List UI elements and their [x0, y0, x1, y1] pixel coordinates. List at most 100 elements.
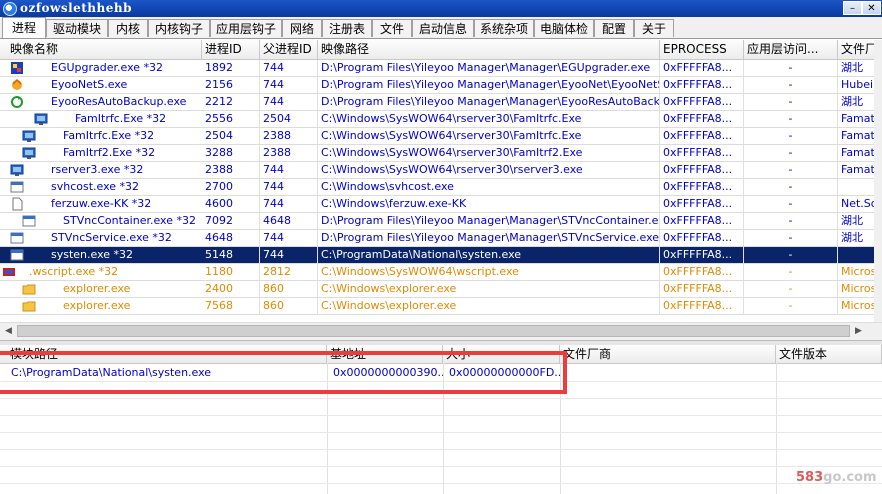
process-name: systen.exe *32	[51, 248, 134, 261]
process-row[interactable]: rserver3.exe *32 2388 744 C:\Windows\SysWOW…	[0, 162, 882, 179]
tab-files[interactable]: 文件	[372, 19, 412, 37]
minimize-button[interactable]: –	[843, 1, 862, 15]
title-bar: ozfowslethhehb – ✕	[0, 0, 882, 17]
process-access: -	[744, 162, 838, 179]
process-eprocess: 0xFFFFFA8...	[660, 94, 744, 111]
process-path: C:\Windows\SysWOW64\wscript.exe	[318, 264, 660, 281]
process-row[interactable]: explorer.exe 2400 860 C:\Windows\explorer.e…	[0, 281, 882, 298]
col-app-access[interactable]: 应用层访问...	[744, 40, 838, 59]
bird-icon	[10, 78, 24, 92]
process-name: FamItrfc.Exe *32	[75, 112, 167, 125]
process-ppid: 744	[260, 230, 318, 247]
tab-pc-checkup[interactable]: 电脑体检	[534, 19, 594, 37]
tab-registry[interactable]: 注册表	[322, 19, 372, 37]
process-ppid: 744	[260, 77, 318, 94]
process-access: -	[744, 247, 838, 264]
window-icon	[22, 214, 36, 228]
grid-line	[0, 466, 882, 467]
tab-driver-modules[interactable]: 驱动模块	[46, 19, 108, 37]
tab-about[interactable]: 关于	[634, 19, 674, 37]
process-access: -	[744, 264, 838, 281]
tab-kernel-hooks[interactable]: 内核钩子	[148, 19, 210, 37]
scroll-right-arrow[interactable]: ▶	[850, 323, 867, 340]
process-row[interactable]: .wscript.exe *32 1180 2812 C:\Windows\SysWO…	[0, 264, 882, 281]
window-icon	[10, 248, 24, 262]
folder-icon	[22, 299, 36, 313]
process-pid: 1180	[202, 264, 260, 281]
process-ppid: 860	[260, 298, 318, 315]
process-ppid: 2388	[260, 128, 318, 145]
process-pid: 5148	[202, 247, 260, 264]
process-access: -	[744, 298, 838, 315]
process-eprocess: 0xFFFFFA8...	[660, 179, 744, 196]
process-ppid: 744	[260, 179, 318, 196]
monitor-icon	[34, 112, 48, 126]
process-path: D:\Program Files\Yileyoo Manager\Manager…	[318, 94, 660, 111]
app-icon	[3, 2, 17, 16]
process-row[interactable]: FamItrf2.Exe *32 3288 2388 C:\Windows\SysWO…	[0, 145, 882, 162]
col-module-vendor[interactable]: 文件厂商	[560, 345, 776, 363]
tab-app-hooks[interactable]: 应用层钩子	[210, 19, 282, 37]
process-pid: 7092	[202, 213, 260, 230]
process-eprocess: 0xFFFFFA8...	[660, 128, 744, 145]
process-pid: 2212	[202, 94, 260, 111]
process-row[interactable]: EyooNetS.exe 2156 744 D:\Program Files\Yile…	[0, 77, 882, 94]
process-access: -	[744, 60, 838, 77]
process-path: C:\Windows\ferzuw.exe-KK	[318, 196, 660, 213]
process-row[interactable]: explorer.exe 7568 860 C:\Windows\explorer.e…	[0, 298, 882, 315]
process-row[interactable]: EyooResAutoBackup.exe 2212 744 D:\Program F…	[0, 94, 882, 111]
process-access: -	[744, 128, 838, 145]
watermark-num: 583	[796, 470, 824, 485]
col-image-path[interactable]: 映像路径	[318, 40, 660, 59]
process-name: svhcost.exe *32	[51, 180, 140, 193]
tab-kernel[interactable]: 内核	[108, 19, 148, 37]
process-eprocess: 0xFFFFFA8...	[660, 162, 744, 179]
process-access: -	[744, 77, 838, 94]
folder-icon	[22, 282, 36, 296]
tab-process[interactable]: 进程	[2, 17, 46, 38]
grid-line	[0, 449, 882, 450]
process-name: explorer.exe	[63, 299, 131, 312]
process-row[interactable]: systen.exe *32 5148 744 C:\ProgramData\Nati…	[0, 247, 882, 264]
process-name: STVncContainer.exe *32	[63, 214, 196, 227]
process-access: -	[744, 230, 838, 247]
tab-network[interactable]: 网络	[282, 19, 322, 37]
window-icon	[10, 231, 24, 245]
process-row[interactable]: ferzuw.exe-KK *32 4600 744 C:\Windows\ferzu…	[0, 196, 882, 213]
col-image-name[interactable]: 映像名称	[0, 40, 202, 59]
process-list[interactable]: 映像名称 进程ID 父进程ID 映像路径 EPROCESS 应用层访问... 文…	[0, 40, 882, 322]
process-name: FamItrfc.Exe *32	[63, 129, 155, 142]
col-ppid[interactable]: 父进程ID	[260, 40, 318, 59]
tab-config[interactable]: 配置	[594, 19, 634, 37]
col-pid[interactable]: 进程ID	[202, 40, 260, 59]
script-icon	[2, 265, 16, 279]
process-eprocess: 0xFFFFFA8...	[660, 247, 744, 264]
process-row[interactable]: svhcost.exe *32 2700 744 C:\Windows\svhcost…	[0, 179, 882, 196]
process-access: -	[744, 111, 838, 128]
grid-line	[776, 363, 777, 494]
process-pid: 3288	[202, 145, 260, 162]
col-file-version[interactable]: 文件版本	[776, 345, 882, 363]
tab-system-misc[interactable]: 系统杂项	[474, 19, 534, 37]
process-pid: 4600	[202, 196, 260, 213]
close-button[interactable]: ✕	[862, 1, 881, 15]
process-pid: 2156	[202, 77, 260, 94]
scroll-left-arrow[interactable]: ◀	[0, 323, 17, 340]
grid-line	[0, 432, 882, 433]
scroll-thumb[interactable]	[17, 325, 850, 337]
col-eprocess[interactable]: EPROCESS	[660, 40, 744, 59]
process-eprocess: 0xFFFFFA8...	[660, 281, 744, 298]
process-row[interactable]: STVncService.exe *32 4648 744 D:\Program Fi…	[0, 230, 882, 247]
tab-startup[interactable]: 启动信息	[412, 19, 474, 37]
horizontal-scrollbar[interactable]: ◀ ▶	[0, 322, 882, 340]
process-row[interactable]: EGUpgrader.exe *32 1892 744 D:\Program File…	[0, 60, 882, 77]
process-row[interactable]: FamItrfc.Exe *32 2504 2388 C:\Windows\SysWO…	[0, 128, 882, 145]
process-eprocess: 0xFFFFFA8...	[660, 213, 744, 230]
vertical-scrollbar[interactable]	[874, 40, 882, 322]
process-ppid: 4648	[260, 213, 318, 230]
process-path: C:\Windows\explorer.exe	[318, 281, 660, 298]
process-row[interactable]: FamItrfc.Exe *32 2556 2504 C:\Windows\SysWO…	[0, 111, 882, 128]
module-vendor	[563, 364, 776, 381]
module-version	[779, 364, 882, 381]
process-row[interactable]: STVncContainer.exe *32 7092 4648 D:\Program…	[0, 213, 882, 230]
